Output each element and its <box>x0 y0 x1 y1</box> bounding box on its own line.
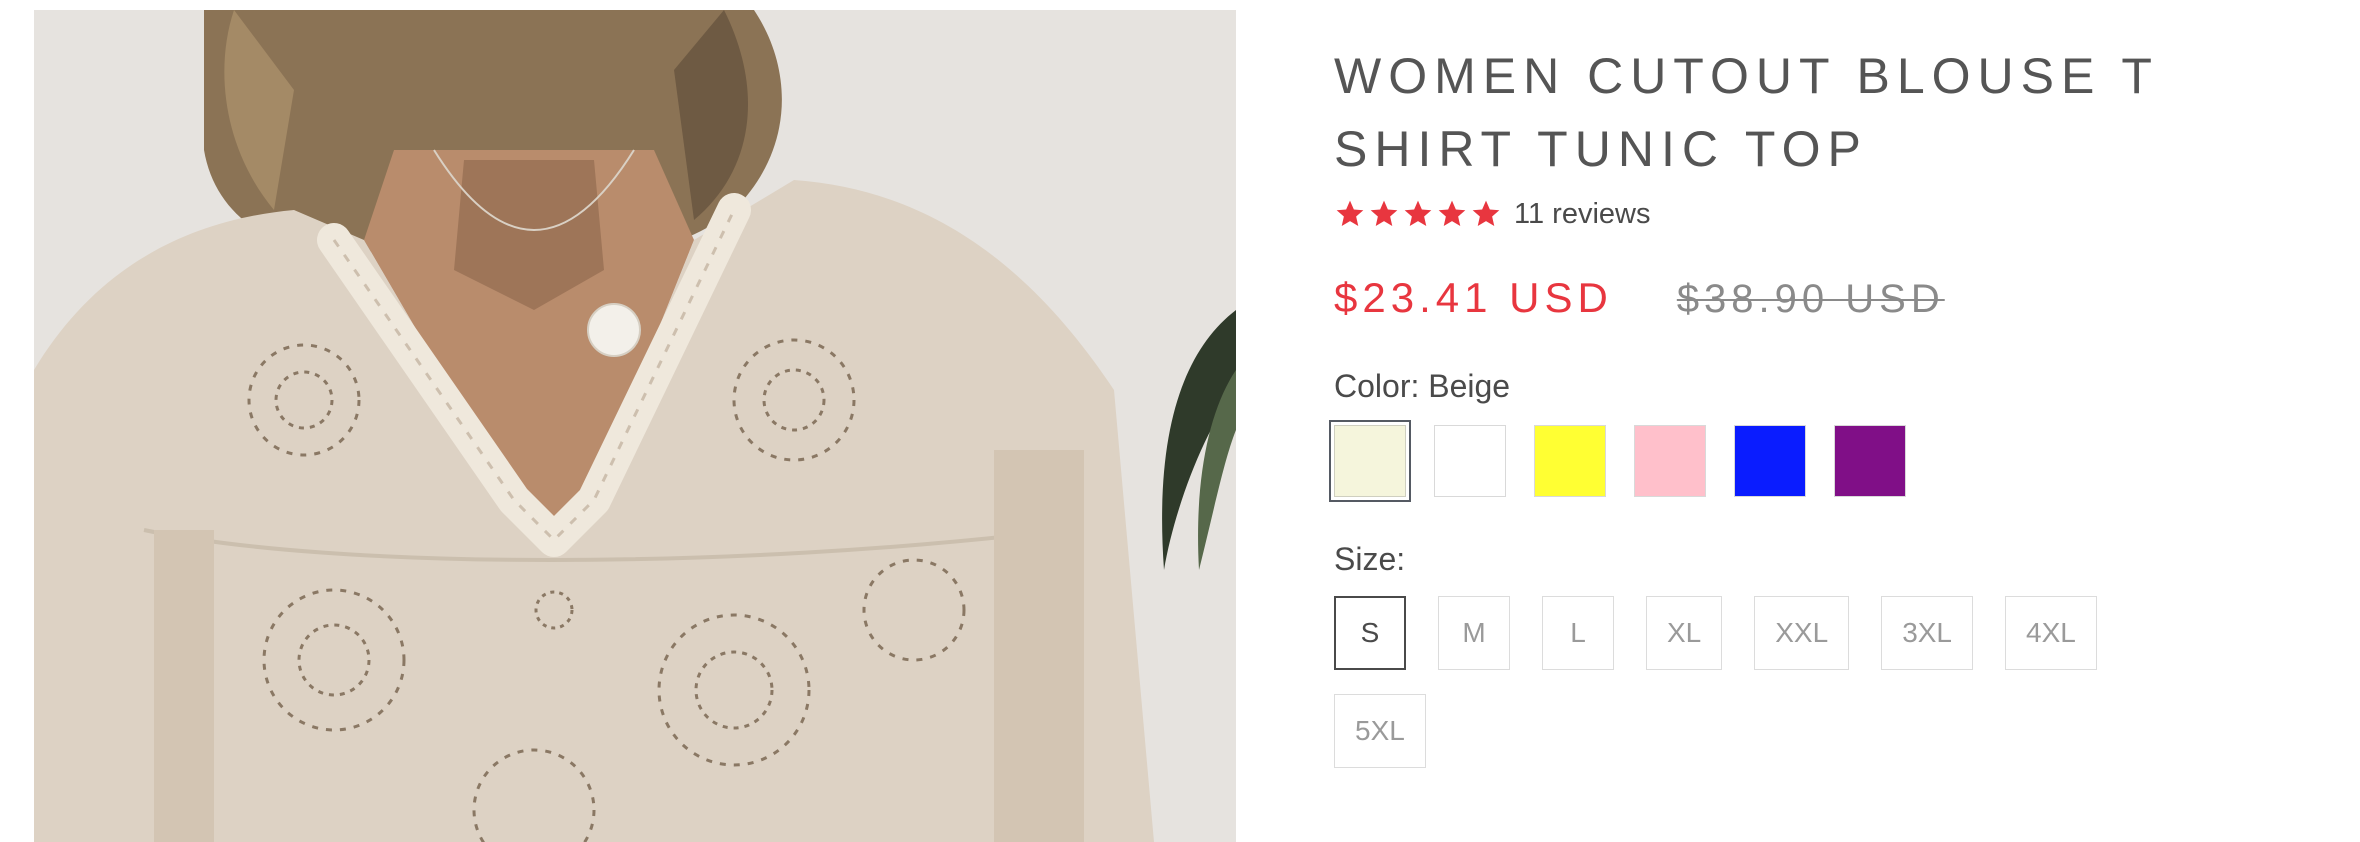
price-block: $23.41 USD $38.90 USD <box>1334 274 2314 322</box>
product-page: WOMEN CUTOUT BLOUSE T SHIRT TUNIC TOP 11… <box>0 0 2360 842</box>
size-option-xl[interactable]: XL <box>1646 596 1723 670</box>
star-icon <box>1368 198 1400 230</box>
product-title: WOMEN CUTOUT BLOUSE T SHIRT TUNIC TOP <box>1334 48 2158 177</box>
star-icon <box>1470 198 1502 230</box>
color-label: Color: Beige <box>1334 368 1511 404</box>
star-icon <box>1334 198 1366 230</box>
size-option-3xl[interactable]: 3XL <box>1881 596 1974 670</box>
size-options: S M L XL XXL 3XL 4XL 5XL <box>1334 596 2194 768</box>
color-swatch-beige[interactable] <box>1329 420 1411 502</box>
size-option-m[interactable]: M <box>1438 596 1510 670</box>
size-option-4xl[interactable]: 4XL <box>2005 596 2097 670</box>
color-swatch-white[interactable] <box>1434 425 1506 497</box>
star-icon <box>1436 198 1468 230</box>
original-price: $38.90 USD <box>1676 277 1945 321</box>
color-swatch-pink[interactable] <box>1634 425 1706 497</box>
color-swatch-yellow[interactable] <box>1534 425 1606 497</box>
size-option-s[interactable]: S <box>1334 596 1406 670</box>
sale-price: $23.41 USD <box>1334 274 1613 321</box>
size-option-xxl[interactable]: XXL <box>1754 596 1850 670</box>
product-info: WOMEN CUTOUT BLOUSE T SHIRT TUNIC TOP 11… <box>1329 40 2314 768</box>
color-swatch-blue[interactable] <box>1734 425 1806 497</box>
size-option-l[interactable]: L <box>1542 596 1614 670</box>
color-swatches <box>1329 420 2314 502</box>
reviews-count[interactable]: 11 reviews <box>1514 198 1650 231</box>
product-image[interactable] <box>34 10 1236 842</box>
size-option-5xl[interactable]: 5XL <box>1334 694 1426 768</box>
color-swatch-purple[interactable] <box>1834 425 1906 497</box>
size-label: Size: <box>1334 541 1406 577</box>
star-rating <box>1334 198 1502 230</box>
star-icon <box>1402 198 1434 230</box>
rating-row[interactable]: 11 reviews <box>1334 194 2314 234</box>
